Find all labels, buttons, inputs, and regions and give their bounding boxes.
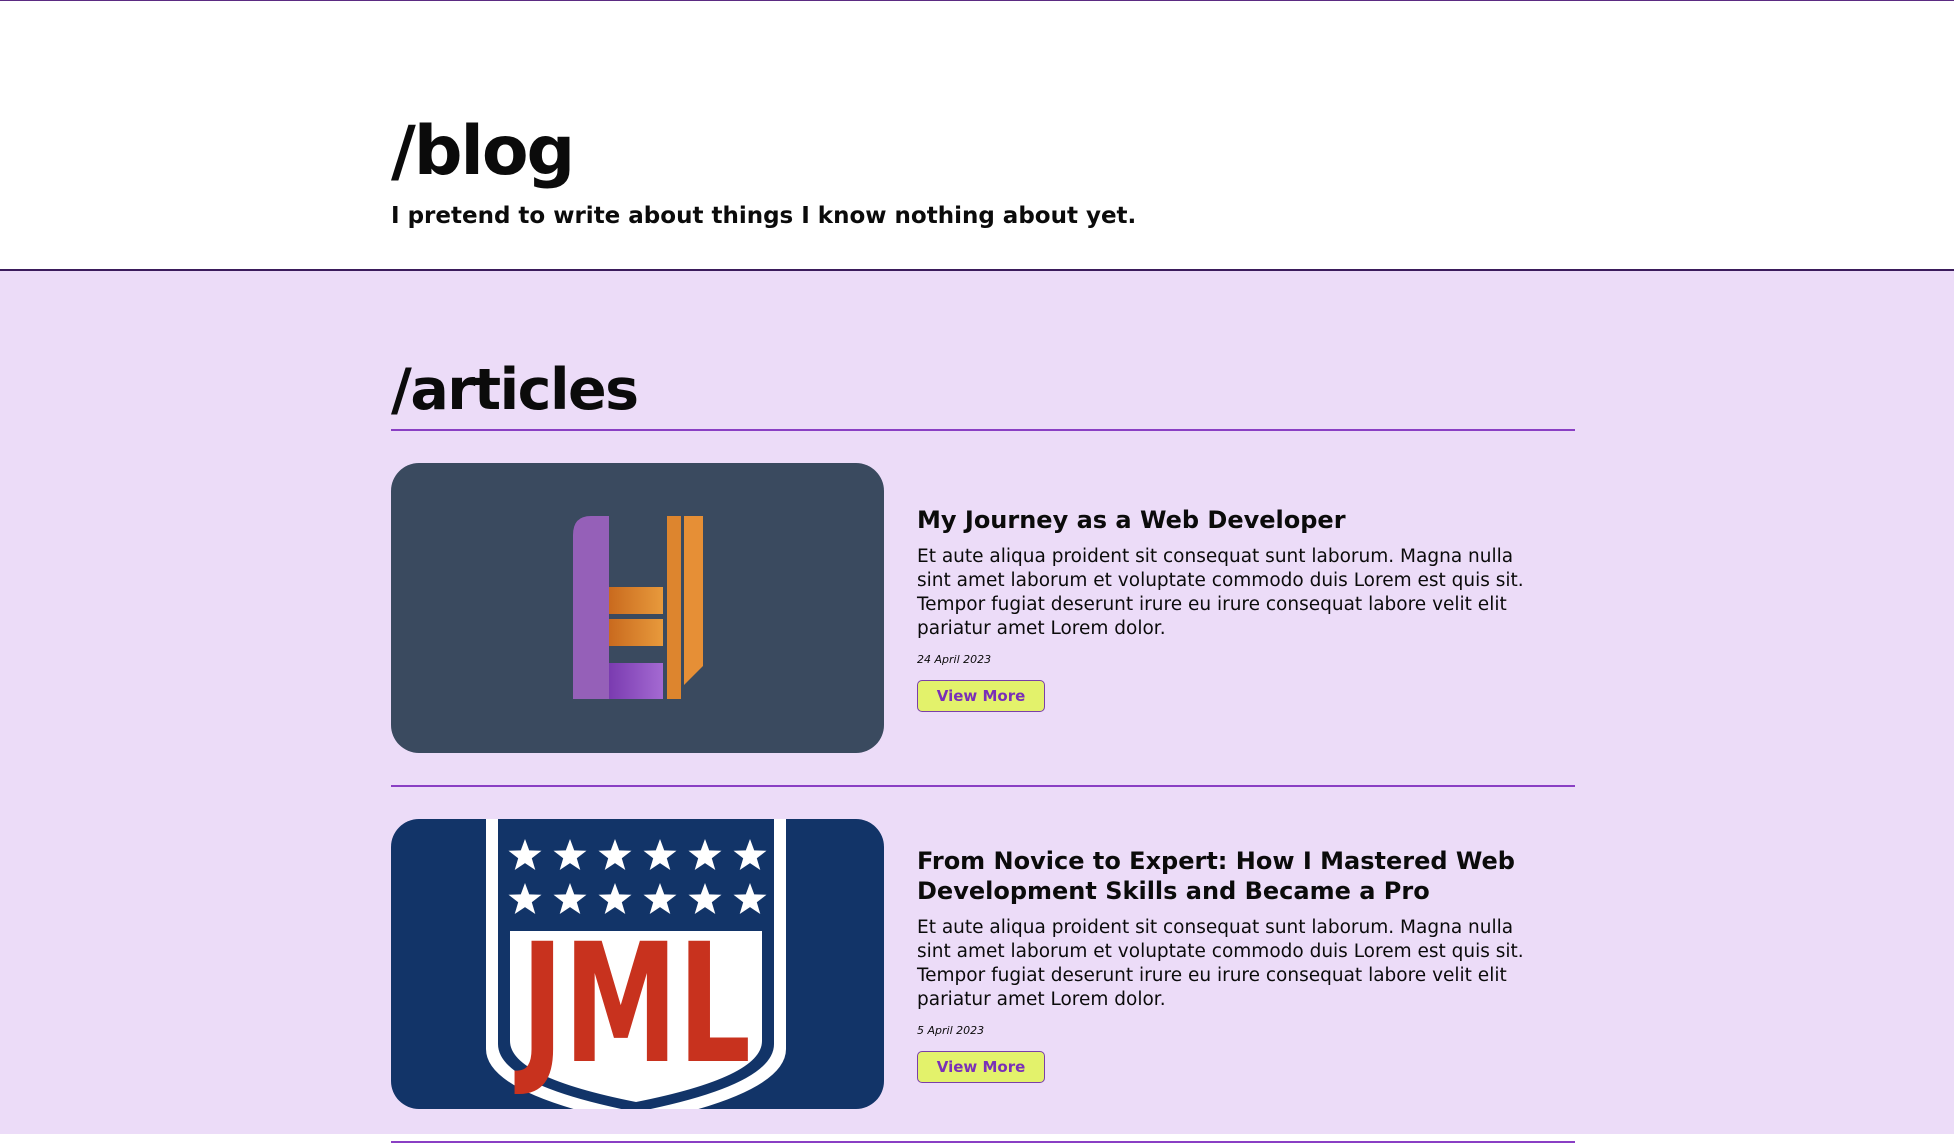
article-title[interactable]: From Novice to Expert: How I Mastered We… (917, 846, 1547, 906)
article-thumbnail-h-logo[interactable] (391, 463, 884, 753)
view-more-button[interactable]: View More (917, 1050, 1045, 1083)
article-card: My Journey as a Web Developer Et aute al… (391, 431, 1575, 785)
article-excerpt: Et aute aliqua proident sit consequat su… (917, 916, 1524, 1010)
article-date: 24 April 2023 (917, 652, 992, 666)
article-thumbnail-jml-shield[interactable]: JML (391, 819, 884, 1109)
jml-shield-text: JML (514, 909, 751, 1100)
h-logo-image (391, 463, 884, 753)
jml-shield-image: JML (391, 819, 884, 1109)
articles-section: /articles My Journey as a Web Developer … (0, 271, 1954, 1143)
page-subtitle: I pretend to write about things I know n… (391, 203, 1137, 229)
article-content: From Novice to Expert: How I Mastered We… (917, 819, 1547, 1109)
section-title: /articles (391, 357, 639, 423)
view-more-button[interactable]: View More (917, 679, 1045, 712)
article-content: My Journey as a Web Developer Et aute al… (917, 463, 1547, 753)
article-date: 5 April 2023 (917, 1023, 985, 1037)
article-title[interactable]: My Journey as a Web Developer (917, 505, 1547, 535)
article-excerpt: Et aute aliqua proident sit consequat su… (917, 545, 1524, 639)
page-header: /blog I pretend to write about things I … (0, 1, 1954, 271)
page-title: /blog (391, 112, 575, 191)
article-card: JML From Novice to Expert: How I Mastere… (391, 787, 1575, 1141)
